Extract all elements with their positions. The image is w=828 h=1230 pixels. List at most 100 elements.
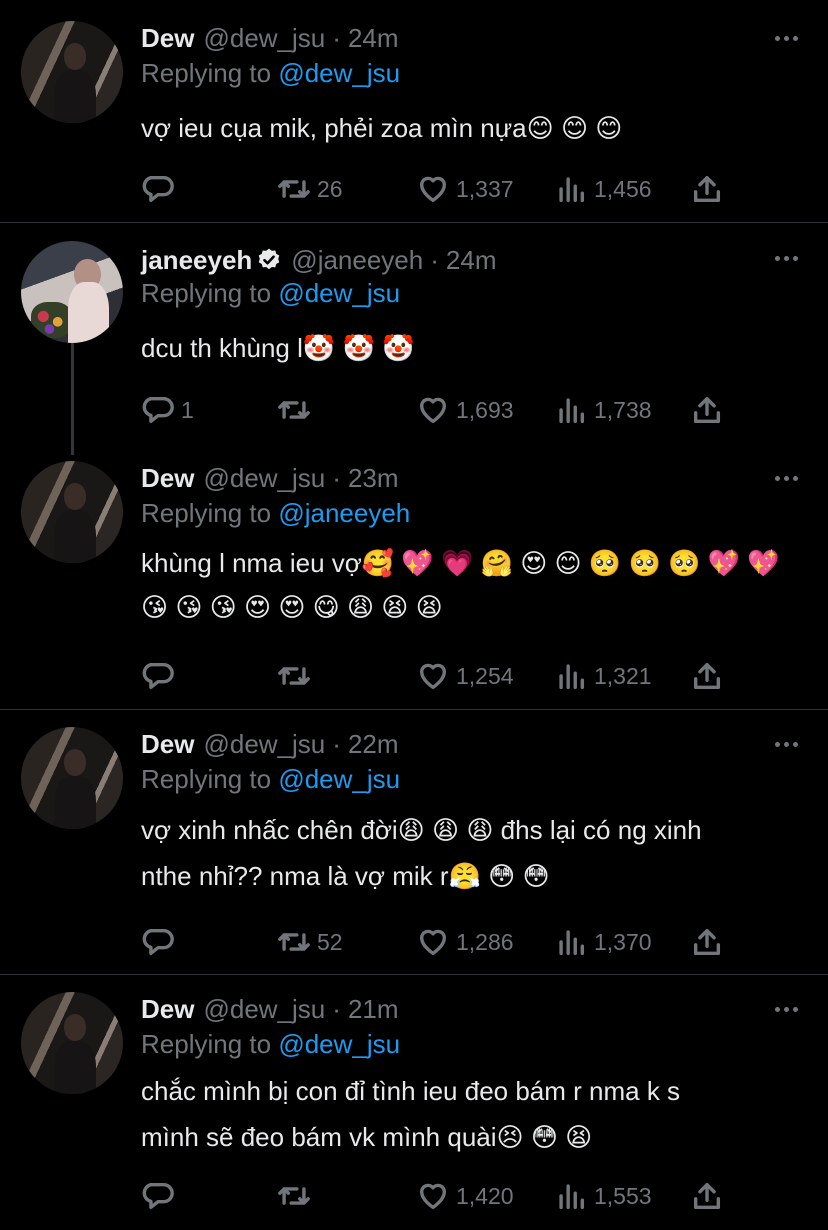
retweet-count: 52 [317, 928, 343, 955]
share-button[interactable] [690, 656, 724, 696]
display-name[interactable]: Dew [141, 463, 194, 494]
replying-to: Replying to @dew_jsu [141, 1029, 400, 1060]
like-button[interactable]: 1,337 [416, 169, 514, 209]
retweet-icon [278, 1187, 310, 1205]
replying-to: Replying to @dew_jsu [141, 764, 400, 795]
reply-icon [142, 396, 174, 424]
mention-link[interactable]: @dew_jsu [278, 1029, 400, 1059]
retweet-button[interactable]: 26 [277, 169, 343, 209]
views-icon [559, 177, 585, 203]
tweet-text: vợ xinh nhấc chên đời😩 😩 😩 đhs lại có ng… [141, 815, 702, 891]
like-count: 1,693 [456, 396, 514, 423]
user-handle[interactable]: @dew_jsu [203, 994, 325, 1025]
share-button[interactable] [690, 169, 724, 209]
replying-to-label: Replying to [141, 1029, 279, 1059]
share-button[interactable] [690, 390, 724, 430]
tweet-text: dcu th khùng l🤡 🤡 🤡 [141, 333, 415, 363]
reply-button[interactable] [141, 169, 181, 209]
display-name[interactable]: Dew [141, 729, 194, 760]
views-button[interactable]: 1,738 [554, 390, 652, 430]
user-handle[interactable]: @dew_jsu [203, 463, 325, 494]
timestamp[interactable]: 24m [446, 245, 497, 276]
avatar[interactable] [21, 461, 123, 563]
mention-link[interactable]: @dew_jsu [278, 764, 400, 794]
tweet[interactable]: Dew @dew_jsu · 23m Replying to @janeeyeh… [0, 444, 828, 709]
mention-link[interactable]: @dew_jsu [278, 278, 400, 308]
views-button[interactable]: 1,553 [554, 1176, 652, 1216]
display-name[interactable]: janeeyeh [141, 245, 252, 276]
tweet-text: chắc mình bị con đỉ tình ieu đeo bám r n… [141, 1076, 681, 1152]
reply-button[interactable] [141, 656, 181, 696]
avatar[interactable] [21, 727, 123, 829]
user-handle[interactable]: @dew_jsu [203, 23, 325, 54]
like-count: 1,337 [456, 175, 514, 202]
views-button[interactable]: 1,456 [554, 169, 652, 209]
views-button[interactable]: 1,370 [554, 922, 652, 962]
separator-dot: · [332, 22, 341, 53]
timestamp[interactable]: 22m [348, 729, 399, 760]
tweet[interactable]: Dew @dew_jsu · 22m Replying to @dew_jsu … [0, 710, 828, 974]
tweet-text: vợ ieu cụa mik, phẻi zoa mìn nựa😊 😊 😊 [141, 113, 623, 143]
reply-button[interactable] [141, 922, 181, 962]
more-icon[interactable] [772, 244, 800, 272]
like-button[interactable]: 1,286 [416, 922, 514, 962]
replying-to: Replying to @dew_jsu [141, 58, 400, 89]
more-icon[interactable] [772, 730, 800, 758]
view-count: 1,738 [594, 396, 652, 423]
reply-thread: Dew @dew_jsu · 24m Replying to @dew_jsu … [0, 0, 828, 1230]
separator-dot: · [332, 993, 341, 1024]
avatar[interactable] [21, 241, 123, 343]
like-count: 1,420 [456, 1182, 514, 1209]
more-icon[interactable] [772, 995, 800, 1023]
retweet-icon [278, 180, 310, 198]
retweet-button[interactable] [277, 390, 317, 430]
retweet-count: 26 [317, 175, 343, 202]
like-button[interactable]: 1,254 [416, 656, 514, 696]
display-name[interactable]: Dew [141, 994, 194, 1025]
replying-to-label: Replying to [141, 764, 279, 794]
avatar[interactable] [21, 21, 123, 123]
user-handle[interactable]: @dew_jsu [203, 729, 325, 760]
view-count: 1,456 [594, 175, 652, 202]
share-button[interactable] [690, 1176, 724, 1216]
mention-link[interactable]: @dew_jsu [278, 58, 400, 88]
like-button[interactable]: 1,420 [416, 1176, 514, 1216]
share-button[interactable] [690, 922, 724, 962]
retweet-button[interactable] [277, 1176, 317, 1216]
tweet[interactable]: janeeyeh @janeeyeh · 24m Replying to @de… [0, 223, 828, 455]
retweet-button[interactable]: 52 [277, 922, 343, 962]
verified-badge-icon [259, 248, 280, 270]
timestamp[interactable]: 24m [348, 23, 399, 54]
timestamp[interactable]: 21m [348, 994, 399, 1025]
reply-button[interactable]: 1 [141, 390, 194, 430]
views-icon [559, 398, 585, 424]
tweet-text: khùng l nma ieu vợ🥰 💖 💗 🤗 😍 😊 🥺 🥺 🥺 💖 💖 … [141, 548, 780, 622]
tweet[interactable]: Dew @dew_jsu · 24m Replying to @dew_jsu … [0, 0, 828, 222]
separator-dot: · [332, 728, 341, 759]
like-button[interactable]: 1,693 [416, 390, 514, 430]
reply-icon [142, 1182, 174, 1210]
views-icon [559, 930, 585, 956]
reply-icon [142, 928, 174, 956]
views-icon [559, 1184, 585, 1210]
share-icon [693, 175, 721, 203]
reply-button[interactable] [141, 1176, 181, 1216]
heart-icon [419, 1183, 447, 1210]
like-count: 1,286 [456, 928, 514, 955]
display-name[interactable]: Dew [141, 23, 194, 54]
mention-link[interactable]: @janeeyeh [278, 498, 410, 528]
views-button[interactable]: 1,321 [554, 656, 652, 696]
view-count: 1,370 [594, 928, 652, 955]
reply-icon [142, 175, 174, 203]
more-icon[interactable] [772, 464, 800, 492]
user-handle[interactable]: @janeeyeh [291, 245, 423, 276]
action-bar: 1,420 1,553 [0, 1176, 828, 1216]
view-count: 1,321 [594, 662, 652, 689]
avatar[interactable] [21, 992, 123, 1094]
timestamp[interactable]: 23m [348, 463, 399, 494]
retweet-button[interactable] [277, 656, 317, 696]
action-bar: 26 1,337 1,456 [0, 169, 828, 209]
more-icon[interactable] [772, 24, 800, 52]
tweet[interactable]: Dew @dew_jsu · 21m Replying to @dew_jsu … [0, 975, 828, 1230]
retweet-icon [278, 401, 310, 419]
